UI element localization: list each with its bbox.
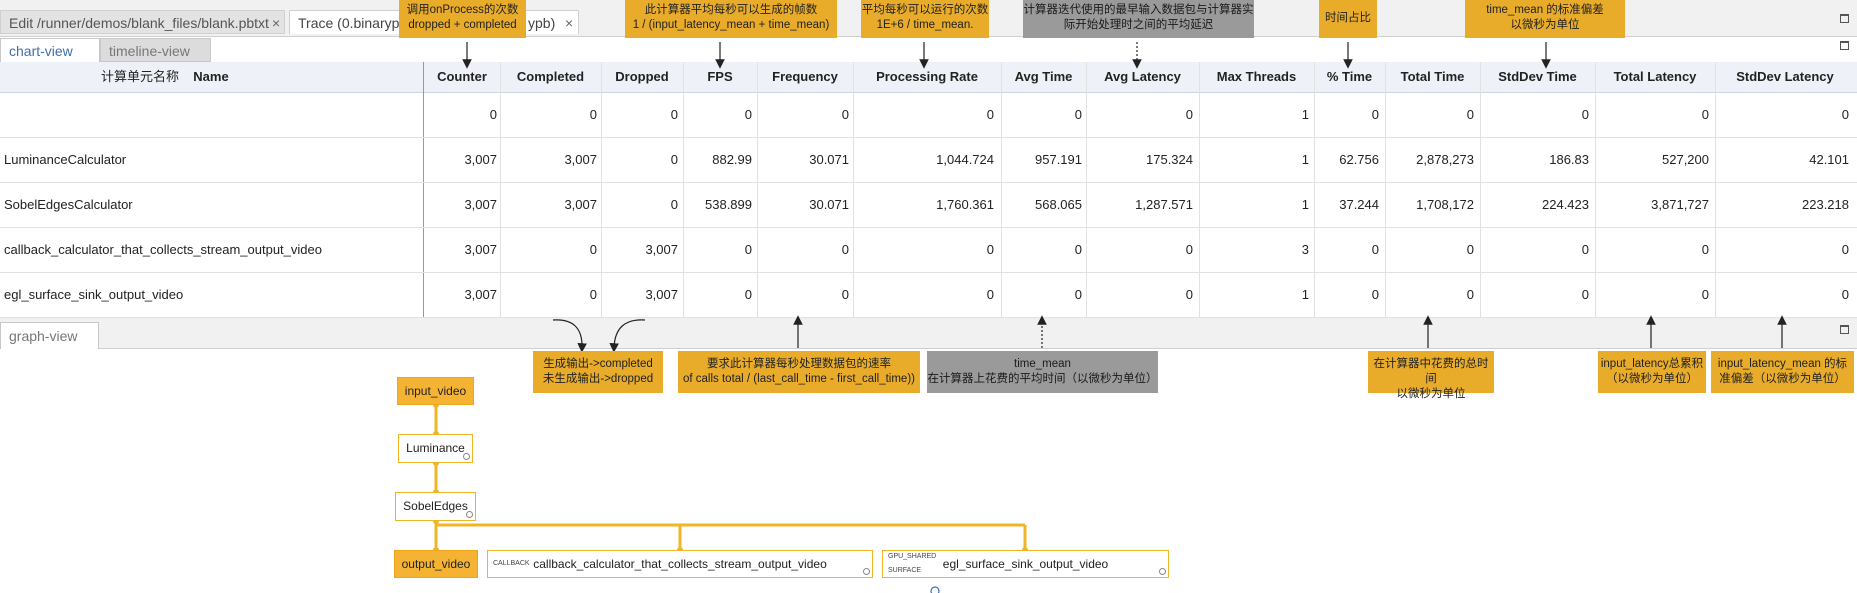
node-settings-icon[interactable] (863, 568, 870, 575)
port-label-surface: SURFACE (888, 567, 922, 574)
graph-node-luminance[interactable]: Luminance (398, 434, 473, 463)
graph-node-sobel-edges[interactable]: SobelEdges (395, 492, 476, 521)
port-label-callback: CALLBACK (493, 560, 530, 567)
graph-node-input-video[interactable]: input_video (397, 377, 474, 405)
port-label-gpu-shared: GPU_SHARED (888, 553, 937, 560)
graph-node-callback-calculator[interactable]: CALLBACK callback_calculator_that_collec… (487, 550, 873, 578)
graph-node-output-video[interactable]: output_video (394, 550, 478, 578)
node-settings-icon[interactable] (466, 511, 473, 518)
graph-edges (433, 402, 1028, 593)
node-settings-icon[interactable] (463, 453, 470, 460)
graph-node-egl-surface-sink[interactable]: GPU_SHARED SURFACE egl_surface_sink_outp… (882, 550, 1169, 578)
node-settings-icon[interactable] (1159, 568, 1166, 575)
